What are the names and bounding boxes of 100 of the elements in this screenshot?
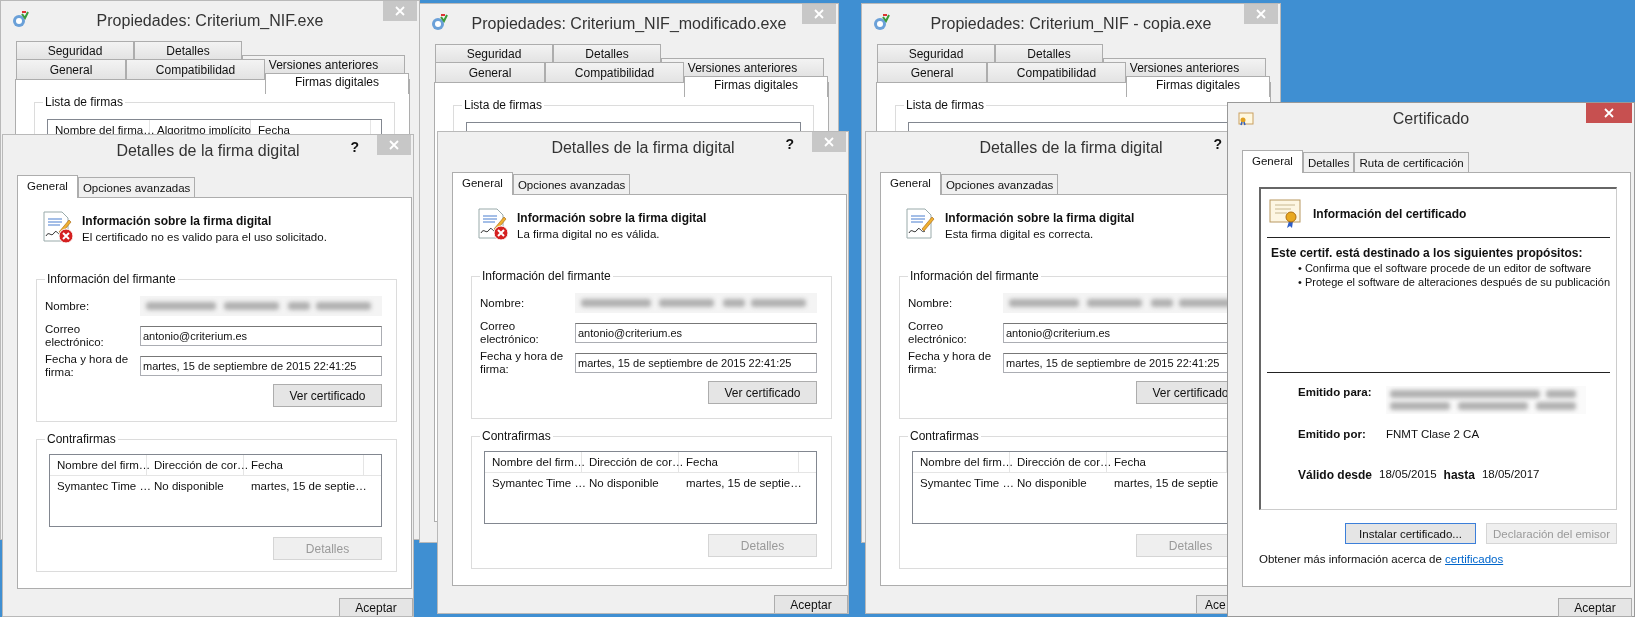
- ok-button[interactable]: Aceptar: [1558, 598, 1632, 617]
- view-certificate-button[interactable]: Ver certificado: [708, 381, 817, 404]
- tab[interactable]: Firmas digitales: [684, 76, 828, 97]
- text-field[interactable]: martes, 15 de septiembre de 2015 22:41:25: [1003, 353, 1228, 373]
- tab[interactable]: Compatibilidad: [126, 59, 265, 79]
- install-certificate-button[interactable]: Instalar certificado...: [1345, 523, 1476, 544]
- tab[interactable]: Ruta de certificación: [1354, 152, 1469, 172]
- tab[interactable]: Seguridad: [877, 44, 995, 62]
- tab[interactable]: Opciones avanzadas: [940, 174, 1059, 194]
- status-message: Esta firma digital es correcta.: [945, 228, 1095, 240]
- list-cell[interactable]: martes, 15 de septie…: [244, 480, 364, 492]
- text-field[interactable]: antonio@criterium.es: [575, 323, 817, 343]
- text-field[interactable]: antonio@criterium.es: [140, 326, 382, 346]
- window-title: Propiedades: Criterium_NIF_modificado.exe: [471, 15, 787, 33]
- tab[interactable]: Compatibilidad: [987, 62, 1126, 82]
- view-certificate-button[interactable]: Ver certificado: [1136, 381, 1228, 404]
- tab[interactable]: Compatibilidad: [545, 62, 684, 82]
- ok-button[interactable]: Aceptar: [774, 595, 848, 613]
- purposes-heading: Este certif. está destinado a los siguientes propósitos:: [1270, 246, 1584, 260]
- group-label: Información del firmante: [480, 269, 613, 283]
- close-button[interactable]: [1244, 4, 1278, 24]
- help-button[interactable]: ?: [1213, 136, 1222, 152]
- close-button[interactable]: [802, 4, 836, 24]
- field-label: Emitido por:: [1298, 428, 1367, 440]
- section-heading: Información sobre la firma digital: [945, 211, 1135, 225]
- list-cell[interactable]: martes, 15 de septie: [1107, 477, 1227, 489]
- text-field[interactable]: antonio@criterium.es: [1003, 323, 1228, 343]
- close-button[interactable]: [383, 1, 417, 21]
- list-cell[interactable]: No disponible: [1010, 477, 1107, 489]
- help-button[interactable]: ?: [785, 136, 794, 152]
- section-heading: Información sobre la firma digital: [517, 211, 707, 225]
- help-button[interactable]: ?: [350, 139, 359, 155]
- tab[interactable]: Seguridad: [435, 44, 553, 62]
- tab[interactable]: Opciones avanzadas: [512, 174, 631, 194]
- window-title: Detalles de la firma digital: [979, 139, 1163, 157]
- status-message: La firma digital no es válida.: [517, 228, 661, 240]
- tab[interactable]: General: [452, 172, 513, 195]
- field-label: Válido desde: [1298, 468, 1373, 482]
- field-label: Correo electrónico:: [45, 323, 105, 349]
- app-icon: [430, 14, 448, 32]
- info-text: Obtener más información acerca de certificados: [1259, 553, 1505, 565]
- list-cell[interactable]: martes, 15 de septie…: [679, 477, 799, 489]
- column-header[interactable]: Nombre del firm…: [485, 452, 582, 472]
- list-cell[interactable]: No disponible: [147, 480, 244, 492]
- tab[interactable]: Detalles: [1302, 152, 1355, 172]
- tab[interactable]: Seguridad: [16, 41, 134, 59]
- window-title: Detalles de la firma digital: [551, 139, 735, 157]
- ok-button[interactable]: Aceptar: [339, 598, 413, 616]
- certificate-icon: [1269, 199, 1303, 229]
- field-label: Correo electrónico:: [480, 320, 540, 346]
- tab[interactable]: General: [435, 62, 545, 82]
- column-header[interactable]: Nombre del firm…: [913, 452, 1010, 472]
- view-certificate-button[interactable]: Ver certificado: [273, 384, 382, 407]
- close-icon: [1603, 107, 1615, 119]
- group-label: Lista de firmas: [462, 98, 545, 112]
- field-label: Fecha y hora de firma:: [908, 350, 993, 376]
- certificate-small-icon: [1238, 112, 1254, 126]
- section-heading: Información del certificado: [1313, 207, 1467, 221]
- tab[interactable]: Firmas digitales: [1126, 76, 1270, 97]
- field-label: Nombre:: [45, 299, 91, 313]
- text-field[interactable]: martes, 15 de septiembre de 2015 22:41:25: [575, 353, 817, 373]
- field-label: Fecha y hora de firma:: [480, 350, 565, 376]
- tab[interactable]: Firmas digitales: [265, 73, 409, 94]
- column-header[interactable]: Fecha: [679, 452, 799, 472]
- tab[interactable]: General: [877, 62, 987, 82]
- tab[interactable]: Detalles: [995, 44, 1103, 62]
- close-button[interactable]: [1586, 103, 1632, 123]
- certificates-link[interactable]: certificados: [1445, 553, 1504, 565]
- window-title: Certificado: [1392, 110, 1470, 128]
- field-value: 18/05/2017: [1481, 468, 1540, 480]
- tab[interactable]: General: [16, 59, 126, 79]
- window-title: Propiedades: Criterium_NIF.exe: [96, 12, 324, 30]
- close-icon: [813, 8, 825, 20]
- text-field[interactable]: martes, 15 de septiembre de 2015 22:41:25: [140, 356, 382, 376]
- column-header[interactable]: Nombre del firm…: [50, 455, 147, 475]
- close-icon: [1255, 8, 1267, 20]
- group-label: Contrafirmas: [908, 429, 981, 443]
- column-header[interactable]: Fecha: [244, 455, 364, 475]
- close-icon: [394, 5, 406, 17]
- field-label: Fecha y hora de firma:: [45, 353, 130, 379]
- section-heading: Información sobre la firma digital: [82, 214, 273, 228]
- close-button[interactable]: [377, 135, 411, 155]
- group-label: Contrafirmas: [45, 432, 118, 446]
- tab[interactable]: Detalles: [553, 44, 661, 62]
- group-label: Información del firmante: [908, 269, 1041, 283]
- close-icon: [823, 136, 835, 148]
- tab[interactable]: Detalles: [134, 41, 242, 59]
- tab[interactable]: Opciones avanzadas: [77, 177, 196, 197]
- purpose-item: • Confirma que el software procede de un editor de software: [1297, 262, 1593, 274]
- list-cell[interactable]: No disponible: [582, 477, 679, 489]
- window-title: Propiedades: Criterium_NIF - copia.exe: [930, 15, 1212, 33]
- ok-button[interactable]: Ace: [1196, 595, 1228, 613]
- field-label: Correo electrónico:: [908, 320, 968, 346]
- group-label: Lista de firmas: [43, 95, 126, 109]
- tab[interactable]: General: [880, 172, 941, 195]
- close-button[interactable]: [812, 132, 846, 152]
- field-label: hasta: [1443, 468, 1475, 482]
- tab[interactable]: General: [17, 175, 78, 198]
- tab[interactable]: General: [1242, 150, 1303, 173]
- field-label: Emitido para:: [1298, 386, 1373, 398]
